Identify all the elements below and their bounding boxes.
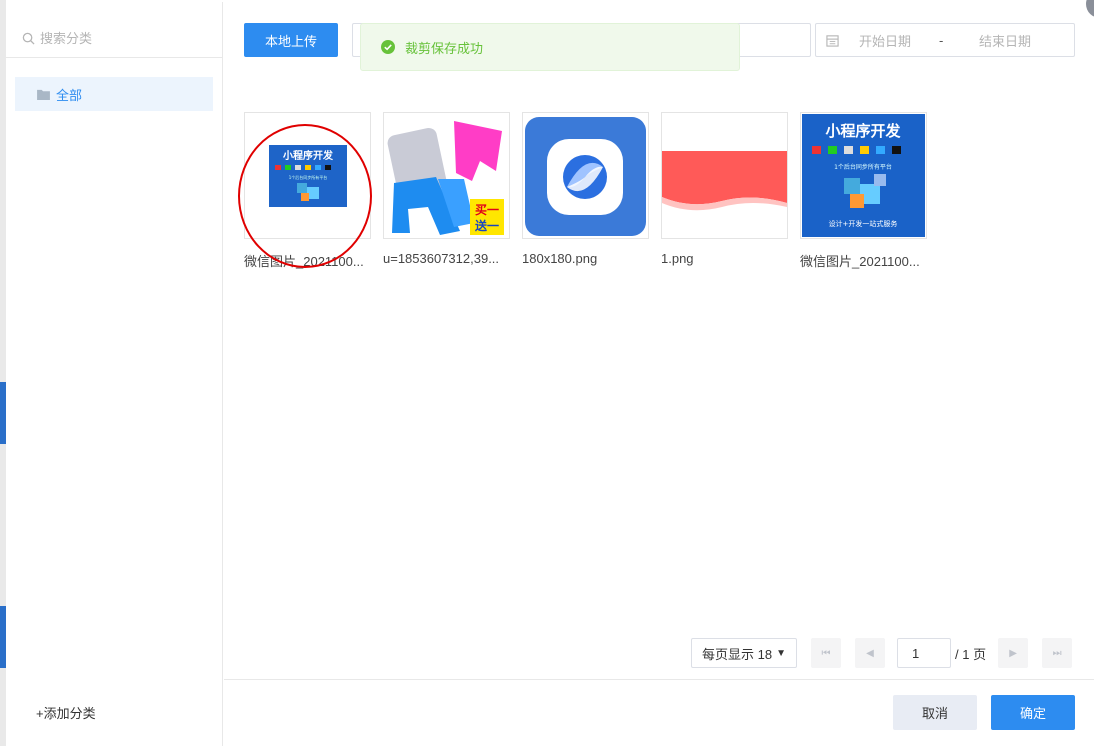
category-item-all[interactable]: 全部 [15, 77, 213, 111]
date-start-placeholder[interactable]: 开始日期 [859, 31, 939, 50]
banner-subtitle: 1个后台同步所有平台 [288, 174, 327, 180]
banner-title: 小程序开发 [282, 149, 334, 162]
date-end-placeholder[interactable]: 结束日期 [979, 31, 1031, 50]
image-name: u=1853607312,39... [383, 251, 500, 266]
next-page-icon[interactable]: ▶ [998, 638, 1029, 668]
category-item-label: 全部 [56, 87, 83, 103]
image-item[interactable]: 小程序开发 1个后台同步所有平台 设计+开发一站式服务 微信图片_2021100… [800, 112, 927, 270]
badge-line1: 买一 [475, 203, 499, 217]
dialog-footer: 取消 确定 [224, 679, 1094, 746]
page-size-select[interactable]: 每页显示 18 ▼ [691, 638, 797, 668]
prev-page-icon[interactable]: ◀ [855, 638, 885, 668]
red-wave-image [662, 113, 787, 238]
category-search [6, 20, 223, 58]
page-size-label: 每页显示 18 [702, 646, 773, 662]
image-item[interactable]: 1.png [661, 112, 788, 266]
banner-title: 小程序开发 [825, 122, 901, 140]
phone-stand-image: 买一 送一 [384, 113, 509, 238]
page-number-input[interactable] [897, 638, 951, 668]
banner-subtitle: 1个后台同步所有平台 [834, 163, 892, 171]
date-separator: - [939, 32, 944, 48]
image-item[interactable]: 买一 送一 u=1853607312,39... [383, 112, 510, 266]
page-total: / 1 页 [955, 646, 987, 662]
image-name: 180x180.png [522, 251, 598, 266]
image-thumbnail[interactable]: 买一 送一 [383, 112, 510, 239]
confirm-button[interactable]: 确定 [991, 695, 1075, 730]
cancel-button[interactable]: 取消 [893, 695, 977, 730]
toast-message: 裁剪保存成功 [405, 40, 484, 56]
folder-icon [37, 89, 50, 100]
image-item[interactable]: 小程序开发 1个后台同步所有平台 微信图片_2021100... [244, 112, 371, 270]
banner-image: 小程序开发 1个后台同步所有平台 [268, 144, 347, 207]
last-page-icon[interactable]: ⏭ [1042, 638, 1073, 668]
image-thumbnail[interactable] [522, 112, 649, 239]
image-thumbnail[interactable] [661, 112, 788, 239]
banner-footer: 设计+开发一站式服务 [829, 219, 898, 228]
image-thumbnail[interactable]: 小程序开发 1个后台同步所有平台 [244, 112, 371, 239]
date-range-picker[interactable]: 开始日期 - 结束日期 [815, 23, 1075, 57]
image-picker-dialog: ✕ 全部 +添加分类 本地上传 开始日期 - 结束日期 裁剪保存成功 [6, 0, 1094, 746]
success-toast: 裁剪保存成功 [360, 23, 740, 71]
pagination: 每页显示 18 ▼ ⏮ ◀ / 1 页 ▶ ⏭ [691, 637, 1073, 669]
image-library-main: 本地上传 开始日期 - 结束日期 裁剪保存成功 小程序开发 1个后台同步所有平台 [224, 2, 1094, 746]
image-name: 1.png [661, 251, 694, 266]
search-icon [22, 32, 35, 45]
calendar-icon [826, 34, 839, 47]
image-name: 微信图片_2021100... [800, 254, 920, 269]
local-upload-button[interactable]: 本地上传 [244, 23, 338, 57]
caret-down-icon: ▼ [776, 647, 786, 659]
image-item[interactable]: 180x180.png [522, 112, 649, 266]
app-logo-image [525, 117, 646, 236]
image-thumbnail[interactable]: 小程序开发 1个后台同步所有平台 设计+开发一站式服务 [800, 112, 927, 239]
category-search-input[interactable] [40, 31, 210, 46]
banner-image: 小程序开发 1个后台同步所有平台 设计+开发一站式服务 [802, 114, 925, 237]
first-page-icon[interactable]: ⏮ [811, 638, 841, 668]
add-category-button[interactable]: +添加分类 [36, 703, 96, 722]
check-circle-icon [381, 40, 395, 54]
badge-line2: 送一 [474, 218, 499, 233]
category-sidebar: 全部 +添加分类 [6, 2, 223, 746]
image-name: 微信图片_2021100... [244, 254, 364, 269]
